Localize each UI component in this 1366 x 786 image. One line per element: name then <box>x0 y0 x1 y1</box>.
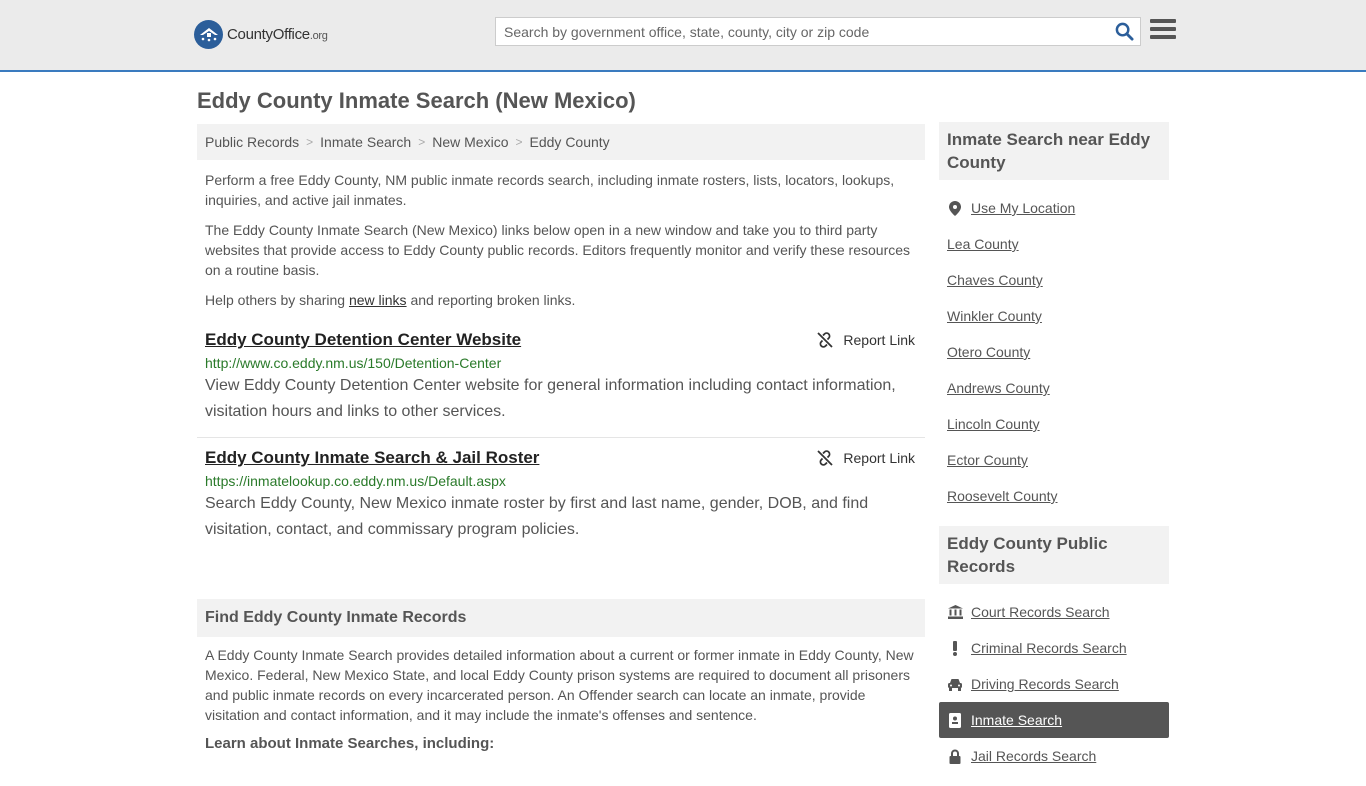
public-records-heading: Eddy County Public Records <box>939 526 1169 584</box>
court-records-link[interactable]: Court Records Search <box>971 604 1110 620</box>
search-icon <box>1115 22 1134 41</box>
exclamation-icon <box>947 640 963 656</box>
main-content: Perform a free Eddy County, NM public in… <box>197 170 925 752</box>
breadcrumb: Public Records > Inmate Search > New Mex… <box>197 124 925 160</box>
logo-text: CountyOffice.org <box>227 26 328 43</box>
nearby-item: Lea County <box>939 226 1169 262</box>
nearby-list: Use My Location Lea County Chaves County… <box>939 180 1169 526</box>
records-list: Court Records Search Criminal Records Se… <box>939 584 1169 786</box>
top-bar: CountyOffice.org <box>0 0 1366 72</box>
breadcrumb-separator-icon: > <box>515 135 523 149</box>
breadcrumb-eddy-county[interactable]: Eddy County <box>530 134 610 150</box>
nearby-county-link[interactable]: Otero County <box>947 344 1030 360</box>
courthouse-icon <box>947 605 963 619</box>
result-url: https://inmatelookup.co.eddy.nm.us/Defau… <box>205 473 506 489</box>
lock-icon <box>947 749 963 764</box>
breadcrumb-inmate-search[interactable]: Inmate Search <box>320 134 411 150</box>
use-my-location-link[interactable]: Use My Location <box>971 200 1075 216</box>
jail-records-link[interactable]: Jail Records Search <box>971 748 1096 764</box>
car-icon <box>947 678 963 691</box>
broken-link-icon <box>817 450 834 466</box>
intro-paragraph: The Eddy County Inmate Search (New Mexic… <box>205 222 911 278</box>
result-title-link[interactable]: Eddy County Detention Center Website <box>205 330 521 350</box>
inmate-search-link[interactable]: Inmate Search <box>971 712 1062 728</box>
intro-paragraph: Perform a free Eddy County, NM public in… <box>205 172 895 208</box>
find-records-heading: Find Eddy County Inmate Records <box>197 599 925 637</box>
records-item: Jail Records Search <box>939 738 1169 774</box>
criminal-records-link[interactable]: Criminal Records Search <box>971 640 1127 656</box>
nearby-item: Lincoln County <box>939 406 1169 442</box>
records-item: Driving Records Search <box>939 666 1169 702</box>
nearby-item: Ector County <box>939 442 1169 478</box>
id-badge-icon <box>947 712 963 728</box>
hamburger-menu-icon[interactable] <box>1150 19 1176 41</box>
broken-link-icon <box>817 332 834 348</box>
nearby-item-use-my-location: Use My Location <box>939 190 1169 226</box>
site-logo[interactable]: CountyOffice.org <box>194 20 328 49</box>
logo-emblem-icon <box>194 20 223 49</box>
records-item: Criminal Records Search <box>939 630 1169 666</box>
nearby-county-link[interactable]: Andrews County <box>947 380 1050 396</box>
nearby-item: Winkler County <box>939 298 1169 334</box>
nearby-county-link[interactable]: Winkler County <box>947 308 1042 324</box>
breadcrumb-public-records[interactable]: Public Records <box>205 134 299 150</box>
nearby-item: Roosevelt County <box>939 478 1169 514</box>
nearby-county-link[interactable]: Roosevelt County <box>947 488 1058 504</box>
nearby-item: Chaves County <box>939 262 1169 298</box>
sidebar: Inmate Search near Eddy County Use My Lo… <box>939 122 1169 786</box>
nearby-heading: Inmate Search near Eddy County <box>939 122 1169 180</box>
page-title: Eddy County Inmate Search (New Mexico) <box>197 88 636 113</box>
driving-records-link[interactable]: Driving Records Search <box>971 676 1119 692</box>
report-link-button[interactable]: Report Link <box>817 450 915 466</box>
search-input[interactable] <box>496 18 1108 45</box>
new-links-link[interactable]: new links <box>349 292 407 308</box>
result-item: Eddy County Inmate Search & Jail Roster … <box>197 438 925 555</box>
nearby-county-link[interactable]: Lea County <box>947 236 1019 252</box>
nearby-item: Andrews County <box>939 370 1169 406</box>
nearby-county-link[interactable]: Chaves County <box>947 272 1043 288</box>
help-paragraph: Help others by sharing new links and rep… <box>205 292 576 308</box>
result-item: Eddy County Detention Center Website Rep… <box>197 320 925 438</box>
result-description: Search Eddy County, New Mexico inmate ro… <box>205 495 869 538</box>
intro: Perform a free Eddy County, NM public in… <box>197 170 925 310</box>
search-button[interactable] <box>1108 18 1140 45</box>
records-item: Court Records Search <box>939 594 1169 630</box>
nearby-item: Otero County <box>939 334 1169 370</box>
records-item-active: Inmate Search <box>939 702 1169 738</box>
breadcrumb-separator-icon: > <box>418 135 426 149</box>
result-title-link[interactable]: Eddy County Inmate Search & Jail Roster <box>205 448 539 468</box>
breadcrumb-separator-icon: > <box>306 135 314 149</box>
nearby-county-link[interactable]: Ector County <box>947 452 1028 468</box>
nearby-county-link[interactable]: Lincoln County <box>947 416 1040 432</box>
breadcrumb-new-mexico[interactable]: New Mexico <box>432 134 508 150</box>
find-records-text: A Eddy County Inmate Search provides det… <box>205 647 914 723</box>
search-box <box>495 17 1141 46</box>
result-description: View Eddy County Detention Center websit… <box>205 377 896 420</box>
result-url: http://www.co.eddy.nm.us/150/Detention-C… <box>205 355 502 371</box>
report-link-button[interactable]: Report Link <box>817 332 915 348</box>
map-marker-icon <box>947 200 963 216</box>
learn-heading: Learn about Inmate Searches, including: <box>205 735 495 752</box>
